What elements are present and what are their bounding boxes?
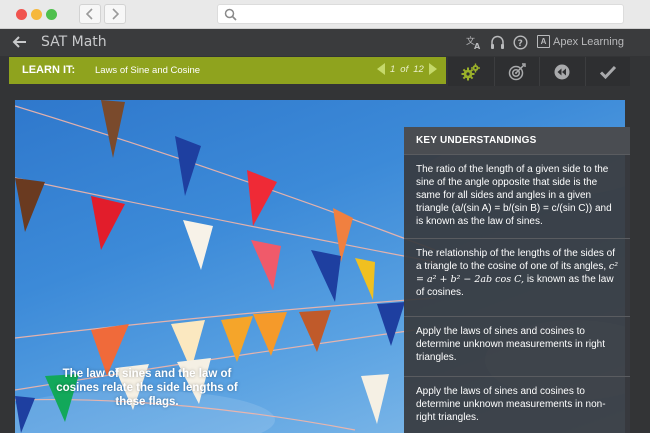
back-arrow-icon[interactable] <box>12 35 27 49</box>
previous-page-icon[interactable] <box>377 63 385 75</box>
target-icon <box>508 62 526 80</box>
tool-check-button[interactable] <box>584 57 631 86</box>
understanding-item-law-of-sines: The ratio of the length of a given side … <box>404 154 630 238</box>
next-page-icon[interactable] <box>428 63 437 75</box>
key-understandings-panel: KEY UNDERSTANDINGS The ratio of the leng… <box>404 127 630 433</box>
chevron-right-icon <box>112 8 119 20</box>
apex-learning-logo: A Apex Learning <box>537 35 624 48</box>
understanding-item-non-right-triangles: Apply the laws of sines and cosines to d… <box>404 376 630 432</box>
url-bar[interactable] <box>217 4 624 24</box>
help-icon[interactable]: ? <box>513 35 528 50</box>
close-window-button[interactable] <box>16 9 27 20</box>
lesson-name: Laws of Sine and Cosine <box>95 65 201 76</box>
maximize-window-button[interactable] <box>46 9 57 20</box>
svg-text:?: ? <box>518 39 523 49</box>
browser-chrome <box>0 0 650 29</box>
apex-logo-mark: A <box>537 35 550 48</box>
translate-icon[interactable]: 文 A <box>466 35 482 50</box>
tool-target-button[interactable] <box>493 57 540 86</box>
key-understandings-heading: KEY UNDERSTANDINGS <box>404 127 630 154</box>
page-current: 1 <box>390 63 396 75</box>
checkmark-icon <box>599 65 616 79</box>
page-pager: 1 of 12 <box>377 63 437 75</box>
page-total: 12 <box>413 63 424 75</box>
law-of-cosines-text: The relationship of the lengths of the s… <box>416 248 616 272</box>
svg-text:A: A <box>474 42 481 50</box>
headphones-icon[interactable] <box>490 35 505 50</box>
lesson-bar: LEARN IT: Laws of Sine and Cosine 1 of 1… <box>9 57 446 84</box>
rewind-icon <box>554 64 570 79</box>
browser-back-button[interactable] <box>79 4 101 24</box>
page-of: of <box>400 63 409 75</box>
minimize-window-button[interactable] <box>31 9 42 20</box>
brand-name: Apex Learning <box>553 35 624 48</box>
gears-icon <box>461 63 480 80</box>
app-title: SAT Math <box>41 34 107 50</box>
chevron-left-icon <box>86 8 93 20</box>
browser-forward-button[interactable] <box>104 4 126 24</box>
lesson-tag: LEARN IT: <box>22 64 76 76</box>
tool-gears-button[interactable] <box>448 57 494 86</box>
understanding-item-law-of-cosines: The relationship of the lengths of the s… <box>404 238 630 316</box>
image-caption: The law of sines and the law of cosines … <box>56 368 238 408</box>
search-icon <box>224 8 237 21</box>
tool-rewind-button[interactable] <box>539 57 585 86</box>
app-header: SAT Math 文 A ? A Apex Learning <box>0 29 650 56</box>
activity-tools <box>448 57 630 86</box>
understanding-item-right-triangles: Apply the laws of sines and cosines to d… <box>404 316 630 376</box>
